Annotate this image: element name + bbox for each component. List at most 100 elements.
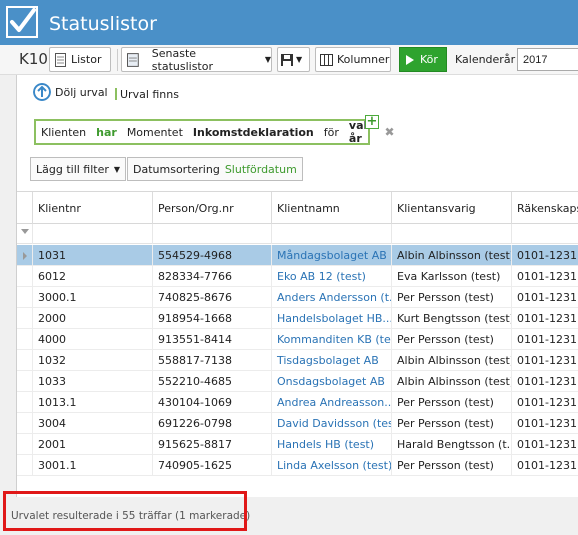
client-name-link[interactable]: Handels HB (test) bbox=[272, 434, 392, 455]
column-filter-cell[interactable] bbox=[272, 224, 392, 244]
table-cell: 0101-1231 bbox=[517, 459, 577, 472]
add-filter-dropdown[interactable]: Lägg till filter ▼ bbox=[30, 157, 127, 181]
table-row[interactable]: 3004 691226-0798 David Davidsson (test) Per… bbox=[17, 413, 578, 434]
client-name-link[interactable]: Tisdagsbolaget AB bbox=[272, 350, 392, 371]
saved-lists-dropdown[interactable]: Senaste statuslistor ▼ bbox=[121, 47, 272, 73]
document-icon bbox=[127, 52, 139, 67]
table-cell: 1032 bbox=[33, 350, 153, 371]
date-sort-label: Datumsortering bbox=[133, 162, 220, 176]
client-name-link[interactable]: Kommanditen KB (test) bbox=[272, 329, 392, 350]
table-cell: 0101-1231 bbox=[517, 354, 577, 367]
table-cell: 0101-1231 bbox=[517, 249, 577, 262]
column-filter-cell[interactable] bbox=[33, 224, 153, 244]
table-cell: 740905-1625 bbox=[153, 455, 272, 476]
table-row[interactable]: 6012 828334-7766 Eko AB 12 (test) Eva Karls… bbox=[17, 266, 578, 287]
funnel-icon bbox=[21, 229, 29, 234]
add-condition-icon[interactable]: + bbox=[365, 115, 379, 129]
row-indicator[interactable] bbox=[17, 455, 33, 476]
client-name-link[interactable]: Andrea Andreasson... bbox=[272, 392, 392, 413]
table-cell: 3001.1 bbox=[33, 455, 153, 476]
document-icon bbox=[55, 52, 66, 67]
column-header[interactable]: Person/Org.nr bbox=[153, 192, 272, 225]
table-cell: 558817-7138 bbox=[153, 350, 272, 371]
toolbar-divider bbox=[117, 49, 118, 71]
column-header[interactable]: Klientansvarig bbox=[392, 192, 512, 225]
remove-filter-icon[interactable]: ✖ bbox=[385, 125, 395, 139]
row-indicator[interactable] bbox=[17, 329, 33, 350]
column-filter-cell[interactable] bbox=[153, 224, 272, 244]
table-cell: Per Persson (test) bbox=[392, 392, 512, 413]
row-indicator[interactable] bbox=[17, 413, 33, 434]
row-indicator[interactable] bbox=[17, 287, 33, 308]
table-cell: Per Persson (test) bbox=[392, 287, 512, 308]
table-cell: Eva Karlsson (test) bbox=[392, 266, 512, 287]
table-cell: 0101-1231 bbox=[517, 333, 577, 346]
add-filter-label: Lägg till filter bbox=[36, 162, 109, 176]
table-cell: Kurt Bengtsson (test) bbox=[392, 308, 512, 329]
row-indicator[interactable] bbox=[17, 266, 33, 287]
client-name-link[interactable]: Eko AB 12 (test) bbox=[272, 266, 392, 287]
row-pointer-icon bbox=[23, 252, 27, 260]
save-dropdown[interactable]: ▼ bbox=[277, 47, 310, 72]
client-name-link[interactable]: Anders Andersson (t... bbox=[272, 287, 392, 308]
grid-header: Klientnr Person/Org.nr Klientnamn Klient… bbox=[17, 191, 578, 225]
table-row[interactable]: 3001.1 740905-1625 Linda Axelsson (test) Pe… bbox=[17, 455, 578, 476]
table-cell: Harald Bengtsson (t... bbox=[392, 434, 512, 455]
table-row[interactable]: 2001 915625-8817 Handels HB (test) Harald B… bbox=[17, 434, 578, 455]
filter-value: Inkomstdeklaration bbox=[192, 125, 314, 139]
table-row[interactable]: 1032 558817-7138 Tisdagsbolaget AB Albin Al… bbox=[17, 350, 578, 371]
table-row[interactable]: 2000 918954-1668 Handelsbolaget HB... Kurt … bbox=[17, 308, 578, 329]
client-name-link[interactable]: David Davidsson (test) bbox=[272, 413, 392, 434]
table-row[interactable]: 1031 554529-4968 Måndagsbolaget AB Albin Al… bbox=[17, 245, 578, 266]
table-cell: 6012 bbox=[33, 266, 153, 287]
filter-word: för bbox=[323, 125, 339, 139]
client-name-link[interactable]: Onsdagsbolaget AB bbox=[272, 371, 392, 392]
columns-button[interactable]: Kolumner bbox=[315, 47, 391, 72]
filter-expression[interactable]: Klienten har Momentet Inkomstdeklaration… bbox=[34, 119, 395, 145]
table-cell: 740825-8676 bbox=[153, 287, 272, 308]
row-indicator[interactable] bbox=[17, 308, 33, 329]
row-indicator[interactable] bbox=[17, 392, 33, 413]
table-row[interactable]: 3000.1 740825-8676 Anders Andersson (t... P… bbox=[17, 287, 578, 308]
row-indicator[interactable] bbox=[17, 350, 33, 371]
column-filter-cell[interactable] bbox=[392, 224, 512, 244]
run-label: Kör bbox=[420, 53, 438, 66]
date-sort-button[interactable]: Datumsortering Slutfördatum bbox=[127, 157, 303, 181]
chevron-down-icon: ▼ bbox=[296, 55, 303, 64]
table-cell: Per Persson (test) bbox=[392, 329, 512, 350]
listor-label: Listor bbox=[71, 53, 102, 66]
column-filter-cell[interactable] bbox=[512, 224, 578, 244]
toolbar: K10 Listor Senaste statuslistor ▼ ▼ Kolu… bbox=[0, 45, 578, 75]
column-header[interactable]: Räkenskaps bbox=[512, 192, 578, 225]
listor-button[interactable]: Listor bbox=[49, 47, 111, 72]
table-row[interactable]: 1013.1 430104-1069 Andrea Andreasson... Per… bbox=[17, 392, 578, 413]
table-cell: 0101-1231 bbox=[517, 396, 577, 409]
table-cell: 4000 bbox=[33, 329, 153, 350]
table-cell: 2000 bbox=[33, 308, 153, 329]
client-name-link[interactable]: Handelsbolaget HB... bbox=[272, 308, 392, 329]
chevron-down-icon: ▼ bbox=[113, 164, 121, 174]
app-title: Statuslistor bbox=[49, 13, 157, 35]
row-indicator[interactable] bbox=[17, 371, 33, 392]
hide-filter-toggle[interactable]: Dölj urval bbox=[33, 83, 108, 101]
year-input[interactable] bbox=[517, 48, 578, 71]
column-header[interactable]: Klientnamn bbox=[272, 192, 392, 225]
table-cell: 1031 bbox=[33, 245, 153, 266]
table-row[interactable]: 1033 552210-4685 Onsdagsbolaget AB Albin Al… bbox=[17, 371, 578, 392]
run-button[interactable]: Kör bbox=[399, 47, 447, 72]
table-row[interactable]: 4000913551-8414Kommanditen KB (test)Per … bbox=[17, 329, 578, 350]
header-spacer bbox=[17, 192, 33, 225]
table-cell: Per Persson (test) bbox=[392, 455, 512, 476]
main-panel: Dölj urval Urval finns Klienten har Mome… bbox=[16, 75, 578, 497]
table-cell: 691226-0798 bbox=[153, 413, 272, 434]
column-header[interactable]: Klientnr bbox=[33, 192, 153, 225]
arrow-up-circle-icon bbox=[33, 83, 51, 101]
table-cell: 554529-4968 bbox=[153, 245, 272, 266]
table-cell: 0101-1231 bbox=[517, 438, 577, 451]
row-indicator[interactable] bbox=[17, 245, 33, 266]
client-name-link[interactable]: Linda Axelsson (test) bbox=[272, 455, 392, 476]
date-sort-value: Slutfördatum bbox=[224, 162, 297, 176]
row-indicator[interactable] bbox=[17, 434, 33, 455]
table-cell: 0101-1231 bbox=[517, 270, 577, 283]
client-name-link[interactable]: Måndagsbolaget AB bbox=[272, 245, 392, 266]
